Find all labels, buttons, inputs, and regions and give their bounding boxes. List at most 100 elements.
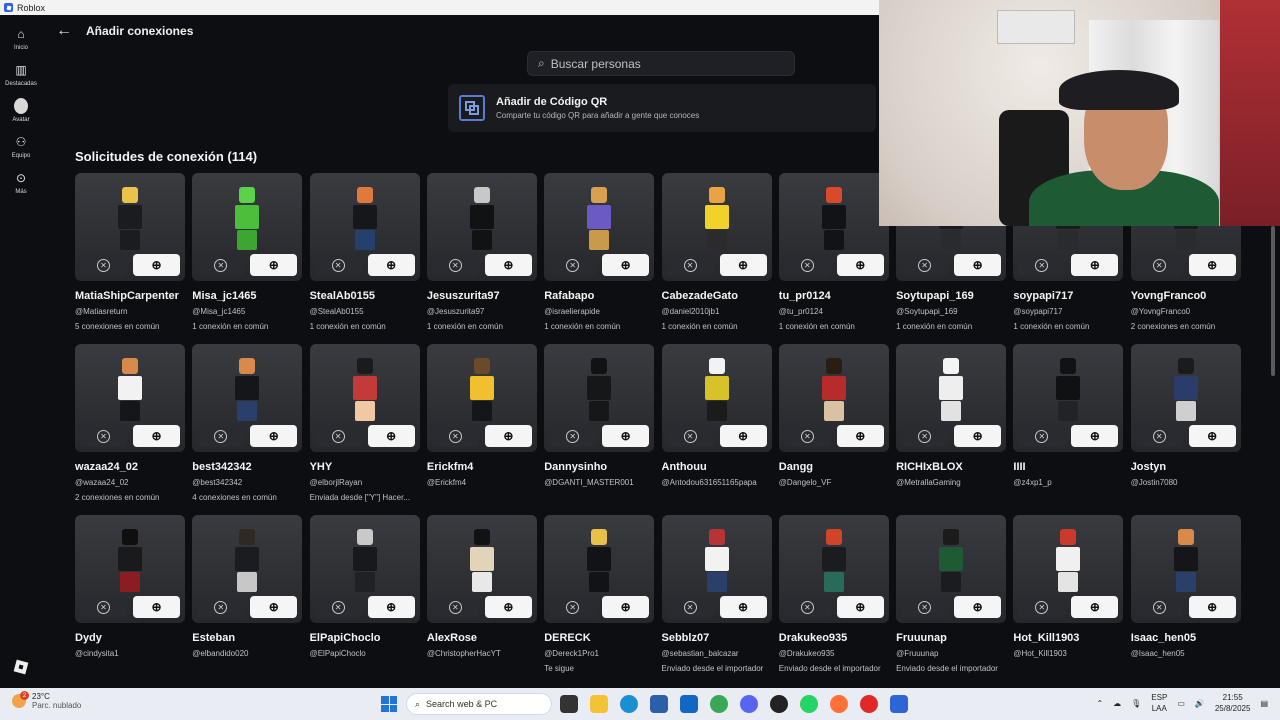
language-indicator[interactable]: ESP LAA: [1151, 692, 1167, 714]
accept-button[interactable]: ⊕: [250, 254, 298, 276]
chevron-up-icon[interactable]: ⌃: [1096, 699, 1103, 708]
display-name[interactable]: wazaa24_02: [75, 461, 185, 473]
display-name[interactable]: Rafabapo: [544, 290, 654, 302]
request-card[interactable]: ✕ ⊕ Jostyn @Jostin7080: [1130, 344, 1241, 493]
display-name[interactable]: Fruuunap: [896, 632, 1006, 644]
accept-button[interactable]: ⊕: [367, 425, 415, 447]
accept-button[interactable]: ⊕: [367, 254, 415, 276]
outlook-icon[interactable]: [680, 695, 698, 713]
cloud-icon[interactable]: ☁: [1113, 699, 1121, 708]
accept-button[interactable]: ⊕: [1188, 254, 1236, 276]
avatar-thumbnail[interactable]: ✕ ⊕: [75, 173, 185, 281]
request-card[interactable]: ✕ ⊕ ElPapiChoclo @ElPapiChoclo: [309, 515, 420, 664]
request-card[interactable]: ✕ ⊕ tu_pr0124 @tu_pr0124 1 conexión en común: [778, 173, 889, 331]
decline-button[interactable]: ✕: [549, 596, 597, 618]
decline-button[interactable]: ✕: [549, 425, 597, 447]
display-name[interactable]: Erickfm4: [427, 461, 537, 473]
arrow-left-icon[interactable]: ←: [56, 22, 72, 40]
request-card[interactable]: ✕ ⊕ wazaa24_02 @wazaa24_02 2 conexiones en c…: [75, 344, 185, 502]
request-card[interactable]: ✕ ⊕ Sebblz07 @sebastian_balcazar Enviado des…: [661, 515, 772, 673]
avatar-thumbnail[interactable]: ✕ ⊕: [661, 515, 772, 623]
avatar-thumbnail[interactable]: ✕ ⊕: [896, 344, 1007, 452]
accept-button[interactable]: ⊕: [719, 425, 767, 447]
display-name[interactable]: Anthouu: [662, 461, 772, 473]
accept-button[interactable]: ⊕: [484, 425, 532, 447]
request-card[interactable]: ✕ ⊕ StealAb0155 @StealAb0155 1 conexión en c…: [309, 173, 420, 331]
decline-button[interactable]: ✕: [666, 254, 714, 276]
avatar-thumbnail[interactable]: ✕ ⊕: [426, 515, 537, 623]
whatsapp-icon[interactable]: [800, 695, 818, 713]
avatar-thumbnail[interactable]: ✕ ⊕: [192, 515, 303, 623]
display-name[interactable]: CabezadeGato: [662, 290, 772, 302]
display-name[interactable]: AlexRose: [427, 632, 537, 644]
windows-start-icon[interactable]: [381, 696, 397, 712]
display-name[interactable]: Jesuszurita97: [427, 290, 537, 302]
decline-button[interactable]: ✕: [666, 596, 714, 618]
avatar-thumbnail[interactable]: ✕ ⊕: [544, 344, 655, 452]
search-input[interactable]: ⌕ Buscar personas: [527, 51, 795, 76]
accept-button[interactable]: ⊕: [133, 254, 180, 276]
nav-item-avatar[interactable]: Avatar: [0, 98, 42, 123]
request-card[interactable]: ✕ ⊕ Hot_Kill1903 @Hot_Kill1903: [1013, 515, 1124, 664]
display-name[interactable]: YovngFranco0: [1131, 290, 1241, 302]
display-name[interactable]: RICHIxBLOX: [896, 461, 1006, 473]
request-card[interactable]: ✕ ⊕ CabezadeGato @daniel2010jb1 1 conexión e…: [661, 173, 772, 331]
display-name[interactable]: Esteban: [192, 632, 302, 644]
decline-button[interactable]: ✕: [80, 596, 127, 618]
display-name[interactable]: best342342: [192, 461, 302, 473]
request-card[interactable]: ✕ ⊕ Dydy @cindysita1: [75, 515, 185, 664]
avatar-thumbnail[interactable]: ✕ ⊕: [544, 515, 655, 623]
decline-button[interactable]: ✕: [197, 596, 245, 618]
scrollbar[interactable]: [1271, 226, 1275, 376]
display-name[interactable]: MatiaShipCarpenter: [75, 290, 185, 302]
decline-button[interactable]: ✕: [80, 254, 127, 276]
display-name[interactable]: soypapi717: [1013, 290, 1123, 302]
display-name[interactable]: Drakukeo935: [779, 632, 889, 644]
avatar-thumbnail[interactable]: ✕ ⊕: [75, 344, 185, 452]
avatar-thumbnail[interactable]: ✕ ⊕: [192, 344, 303, 452]
decline-button[interactable]: ✕: [901, 596, 949, 618]
display-name[interactable]: StealAb0155: [310, 290, 420, 302]
decline-button[interactable]: ✕: [197, 425, 245, 447]
decline-button[interactable]: ✕: [783, 254, 831, 276]
display-name[interactable]: DERECK: [544, 632, 654, 644]
avatar-thumbnail[interactable]: ✕ ⊕: [544, 173, 655, 281]
accept-button[interactable]: ⊕: [1071, 254, 1119, 276]
task-view-icon[interactable]: [560, 695, 578, 713]
accept-button[interactable]: ⊕: [1188, 596, 1236, 618]
avatar-thumbnail[interactable]: ✕ ⊕: [661, 173, 772, 281]
accept-button[interactable]: ⊕: [133, 425, 180, 447]
accept-button[interactable]: ⊕: [133, 596, 180, 618]
display-name[interactable]: Sebblz07: [662, 632, 772, 644]
request-card[interactable]: ✕ ⊕ Misa_jc1465 @Misa_jc1465 1 conexión en c…: [192, 173, 303, 331]
file-explorer-icon[interactable]: [590, 695, 608, 713]
accept-button[interactable]: ⊕: [836, 254, 884, 276]
nav-item-mas[interactable]: ⊙ Más: [0, 171, 42, 195]
request-card[interactable]: ✕ ⊕ Esteban @elbandido020: [192, 515, 303, 664]
request-card[interactable]: ✕ ⊕ Fruuunap @Fruuunap Enviado desde el impo…: [896, 515, 1007, 673]
firefox-icon[interactable]: [830, 695, 848, 713]
avatar-thumbnail[interactable]: ✕ ⊕: [1130, 515, 1241, 623]
request-card[interactable]: ✕ ⊕ DERECK @Dereck1Pro1 Te sigue: [544, 515, 655, 673]
accept-button[interactable]: ⊕: [602, 596, 650, 618]
roblox-taskbar-icon[interactable]: [890, 695, 908, 713]
display-name[interactable]: Jostyn: [1131, 461, 1241, 473]
weather-widget[interactable]: 2 23°C Parc. nublado: [12, 691, 81, 710]
nav-item-equipo[interactable]: ⚇ Equipo: [0, 135, 42, 159]
accept-button[interactable]: ⊕: [484, 596, 532, 618]
edge-icon[interactable]: [620, 695, 638, 713]
request-card[interactable]: ✕ ⊕ Isaac_hen05 @Isaac_hen05: [1130, 515, 1241, 664]
request-card[interactable]: ✕ ⊕ Jesuszurita97 @Jesuszurita97 1 conexión …: [426, 173, 537, 331]
request-card[interactable]: ✕ ⊕ RICHIxBLOX @MetrallaGaming: [896, 344, 1007, 493]
request-card[interactable]: ✕ ⊕ Drakukeo935 @Drakukeo935 Enviado desde e…: [778, 515, 889, 673]
avatar-thumbnail[interactable]: ✕ ⊕: [426, 173, 537, 281]
request-card[interactable]: ✕ ⊕ Anthouu @Antodou631651165papa: [661, 344, 772, 493]
accept-button[interactable]: ⊕: [1071, 425, 1119, 447]
decline-button[interactable]: ✕: [901, 254, 949, 276]
avatar-thumbnail[interactable]: ✕ ⊕: [309, 173, 420, 281]
display-name[interactable]: Dangg: [779, 461, 889, 473]
display-name[interactable]: IIII: [1013, 461, 1123, 473]
decline-button[interactable]: ✕: [783, 425, 831, 447]
decline-button[interactable]: ✕: [1018, 596, 1066, 618]
request-card[interactable]: ✕ ⊕ IIII @z4xp1_p: [1013, 344, 1124, 493]
